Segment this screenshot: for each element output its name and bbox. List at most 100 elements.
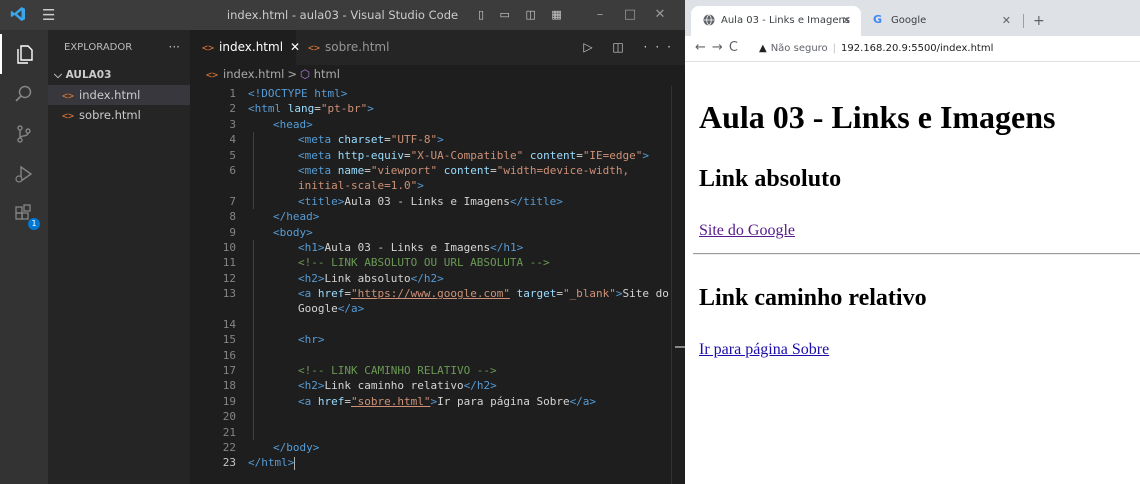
link-site-do-google[interactable]: Site do Google [699, 221, 795, 241]
layout-toggle-icons[interactable]: ▯ ▭ ◫ ▦ [478, 8, 568, 22]
code-token: > [615, 287, 623, 301]
indent-guide [253, 132, 254, 148]
security-label[interactable]: Não seguro [771, 43, 828, 54]
code-token: </html> [248, 456, 295, 470]
search-icon[interactable] [0, 74, 48, 114]
code-line[interactable]: 8 </head> [190, 209, 685, 224]
extensions-icon[interactable]: 1 [0, 194, 48, 234]
code-line[interactable]: 19 <a href="sobre.html">Ir para página So… [190, 393, 685, 410]
link-ir-para-pagina-sobre[interactable]: Ir para página Sobre [699, 340, 829, 360]
close-tab-icon[interactable]: ✕ [1002, 6, 1011, 36]
code-token: <a [298, 287, 312, 301]
tab-sobre-html[interactable]: <> sobre.html [296, 30, 396, 65]
more-actions-button[interactable]: ··· [169, 30, 180, 65]
reload-icon[interactable]: C [729, 40, 744, 55]
activity-bar: 1 [0, 30, 48, 484]
code-line[interactable]: Google</a> [190, 301, 685, 317]
close-window-button[interactable]: ✕ [645, 6, 675, 24]
code-line[interactable]: 12 <h2>Link absoluto</h2> [190, 270, 685, 287]
code-line[interactable]: 17 <!-- LINK CAMINHO RELATIVO --> [190, 363, 685, 379]
code-line[interactable]: 5 <meta http-equiv="X-UA-Compatible" cont… [190, 147, 685, 163]
file-item-sobre[interactable]: <> sobre.html [48, 105, 190, 125]
breadcrumb-node[interactable]: html [314, 67, 340, 81]
code-line[interactable]: initial-scale=1.0"> [190, 178, 685, 194]
code-line[interactable]: 4 <meta charset="UTF-8"> [190, 132, 685, 148]
code-line[interactable]: 14 [190, 316, 685, 333]
code-token: Ir para página Sobre [437, 394, 570, 408]
code-token: lang [281, 102, 315, 116]
url-text[interactable]: 192.168.20.9:5500/index.html [841, 43, 993, 54]
line-number: 13 [222, 287, 236, 301]
code-text: <h1>Aula 03 - Links e Imagens</h1> [298, 240, 523, 255]
code-token: = [490, 163, 497, 177]
code-line[interactable]: 23 </html> [190, 455, 685, 470]
code-line[interactable]: 18 <h2>Link caminho relativo</h2> [190, 378, 685, 394]
code-token: <meta [298, 163, 332, 177]
new-tab-button[interactable]: + [1033, 6, 1045, 36]
code-line[interactable]: 2 <html lang="pt-br"> [190, 101, 685, 116]
warning-icon[interactable]: ▲ [759, 43, 767, 54]
code-line[interactable]: 15 <hr> [190, 332, 685, 348]
code-token: <head> [273, 117, 313, 131]
globe-icon [703, 14, 715, 26]
editor-actions[interactable]: ▷ ◫ ··· [583, 30, 679, 65]
code-line[interactable]: 22 </body> [190, 440, 685, 455]
code-line[interactable]: 3 <head> [190, 117, 685, 132]
run-debug-icon[interactable] [0, 154, 48, 194]
code-text: <body> [273, 225, 313, 240]
back-icon[interactable]: ← [695, 40, 712, 55]
code-line[interactable]: 21 [190, 424, 685, 440]
browser-tab-aula03[interactable]: Aula 03 - Links e Imagens ✕ [691, 6, 861, 36]
code-token: <!-- LINK CAMINHO RELATIVO --> [298, 364, 497, 378]
code-line[interactable]: 13 <a href="https://www.google.com" targe… [190, 286, 685, 302]
vscode-titlebar: ☰ index.html - aula03 - Visual Studio Co… [0, 0, 685, 30]
code-text: <title>Aula 03 - Links e Imagens</title> [298, 194, 563, 209]
address-bar[interactable]: ▲ Não seguro | 192.168.20.9:5500/index.html [759, 38, 993, 60]
code-text: <hr> [298, 332, 325, 347]
file-item-index[interactable]: <> index.html [48, 85, 190, 105]
tab-label: sobre.html [325, 40, 390, 54]
explorer-icon[interactable] [0, 34, 48, 74]
folder-aula03[interactable]: ⌵ AULA03 [48, 65, 190, 85]
code-line[interactable]: 10 <h1>Aula 03 - Links e Imagens</h1> [190, 239, 685, 256]
line-number: 20 [222, 410, 236, 424]
code-token: Google [298, 302, 338, 316]
code-line[interactable]: 1 <!DOCTYPE html> [190, 86, 685, 101]
code-text: </head> [273, 209, 319, 224]
line-number: 15 [222, 333, 236, 347]
indent-guide [253, 193, 254, 210]
code-token: Aula 03 - Links e Imagens [344, 194, 510, 208]
code-token: Aula 03 - Links e Imagens [324, 240, 491, 254]
maximize-button[interactable]: □ [615, 6, 645, 24]
scroll-position-marker [675, 346, 685, 348]
browser-tab-google[interactable]: G Google ✕ [861, 6, 1021, 36]
element-icon: ⬡ [300, 67, 314, 81]
minimize-button[interactable]: – [585, 6, 615, 24]
code-line[interactable]: 16 [190, 347, 685, 364]
code-line[interactable]: 7 <title>Aula 03 - Links e Imagens</title… [190, 193, 685, 210]
line-number: 5 [229, 148, 236, 162]
chevron-down-icon: ⌵ [54, 69, 66, 81]
editor-scrollbar[interactable] [671, 86, 685, 484]
line-number: 17 [222, 364, 236, 378]
code-line[interactable]: 9 <body> [190, 225, 685, 240]
code-token: <h1> [298, 240, 325, 254]
code-token: </h2> [410, 271, 444, 285]
line-number: 14 [222, 317, 236, 331]
indent-guide [253, 286, 254, 302]
code-editor[interactable]: 1 <!DOCTYPE html> 2 <html lang="pt-br"> 3 <he… [190, 86, 685, 471]
close-tab-icon[interactable]: ✕ [842, 6, 851, 36]
navigation-buttons: ←→C [695, 36, 744, 62]
page-viewport: Aula 03 - Links e Imagens Link absoluto … [685, 62, 1140, 484]
code-line[interactable]: 11 <!-- LINK ABSOLUTO OU URL ABSOLUTA --> [190, 255, 685, 271]
breadcrumb-file[interactable]: index.html [223, 67, 284, 81]
tab-index-html[interactable]: <> index.html ✕ [190, 30, 300, 65]
code-token: html [307, 87, 341, 100]
forward-icon[interactable]: → [712, 40, 729, 55]
source-control-icon[interactable] [0, 114, 48, 154]
line-number: 6 [229, 163, 236, 177]
code-line[interactable]: 6 <meta name="viewport" content="width=de… [190, 162, 685, 179]
code-token: "pt-br" [320, 102, 368, 116]
code-line[interactable]: 20 [190, 409, 685, 425]
file-name: index.html [79, 88, 141, 102]
